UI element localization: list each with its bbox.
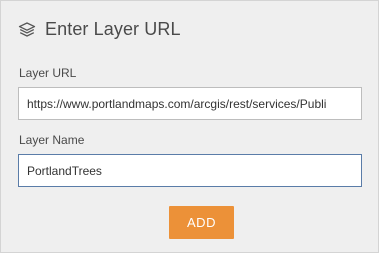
layers-icon bbox=[18, 21, 36, 37]
layer-name-label: Layer Name bbox=[19, 133, 85, 147]
panel-header: Enter Layer URL bbox=[18, 19, 181, 40]
add-button[interactable]: ADD bbox=[169, 206, 234, 239]
layer-url-label: Layer URL bbox=[19, 66, 77, 80]
layer-name-input[interactable] bbox=[18, 154, 362, 187]
enter-layer-url-panel: Enter Layer URL Layer URL Layer Name ADD bbox=[0, 0, 379, 253]
layer-url-input[interactable] bbox=[18, 87, 362, 120]
panel-title: Enter Layer URL bbox=[45, 19, 181, 39]
